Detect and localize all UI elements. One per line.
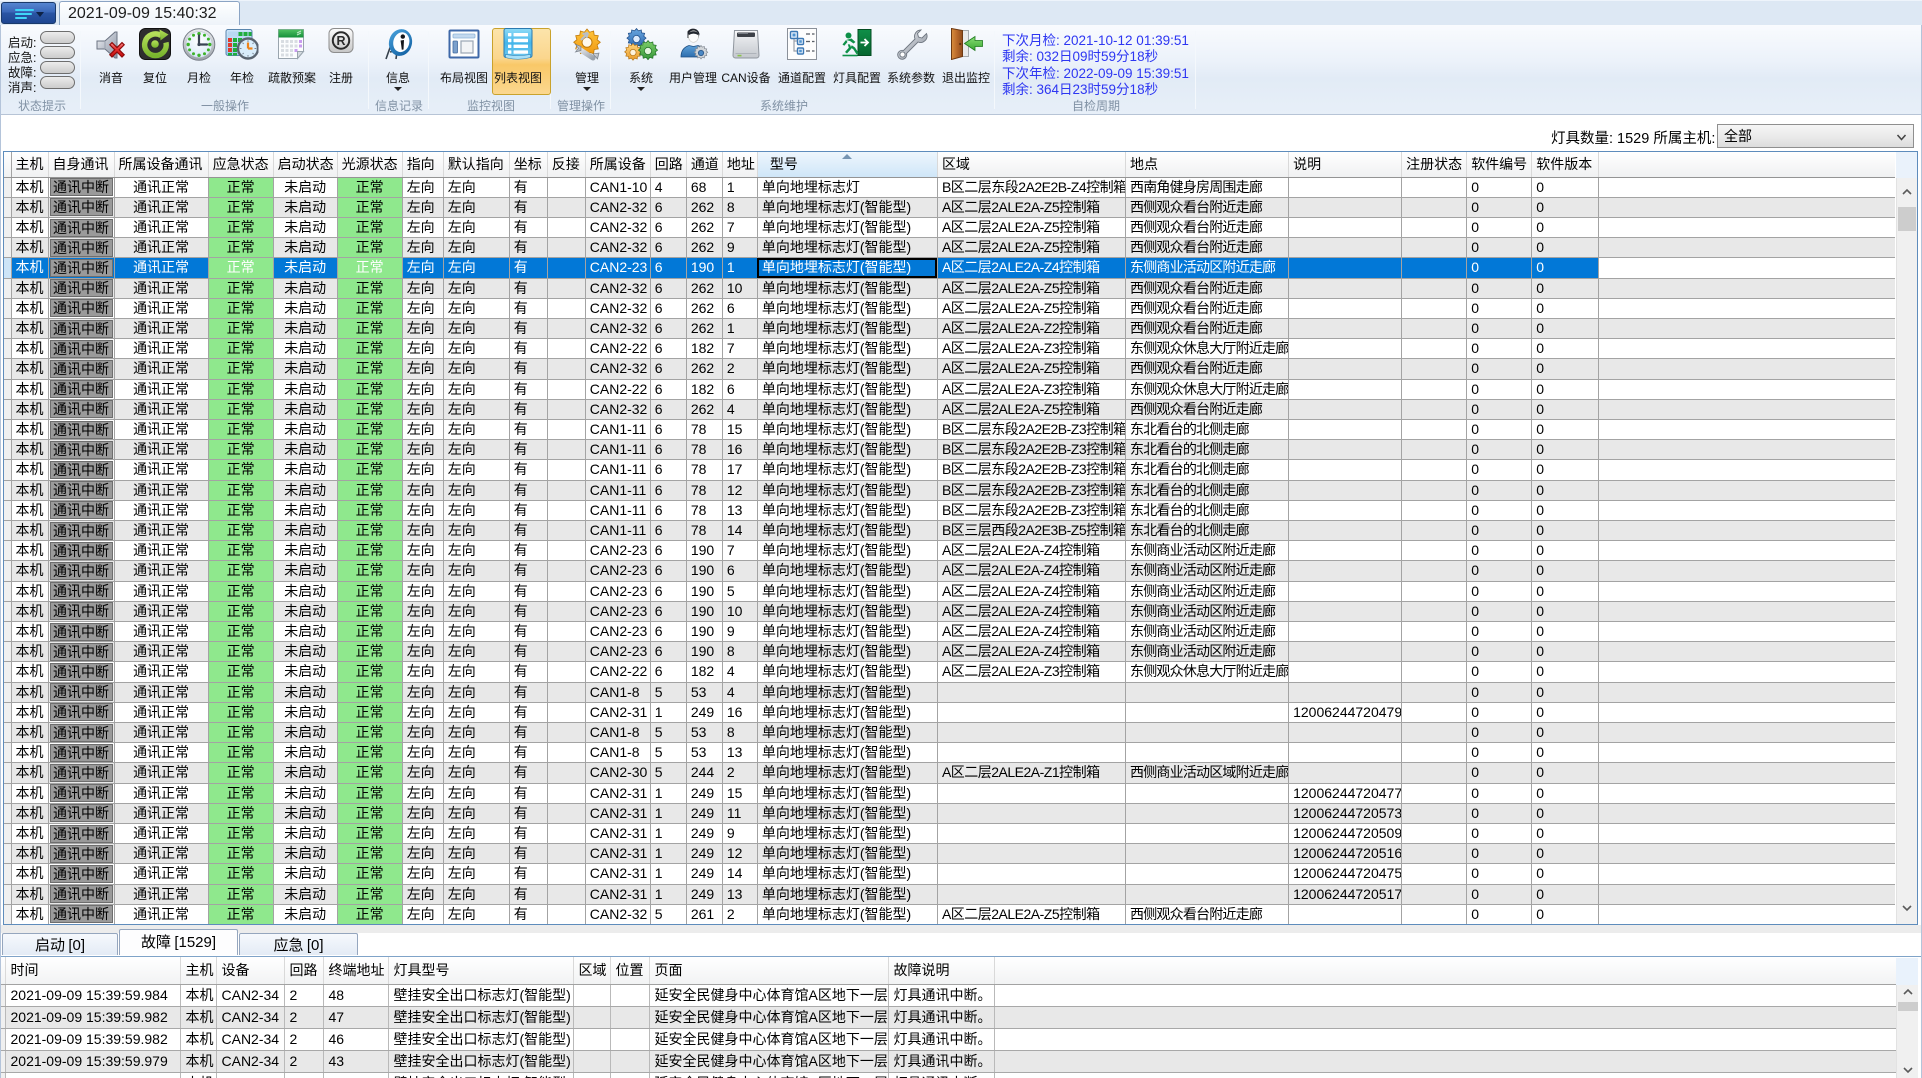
svg-text:R: R — [336, 34, 345, 48]
